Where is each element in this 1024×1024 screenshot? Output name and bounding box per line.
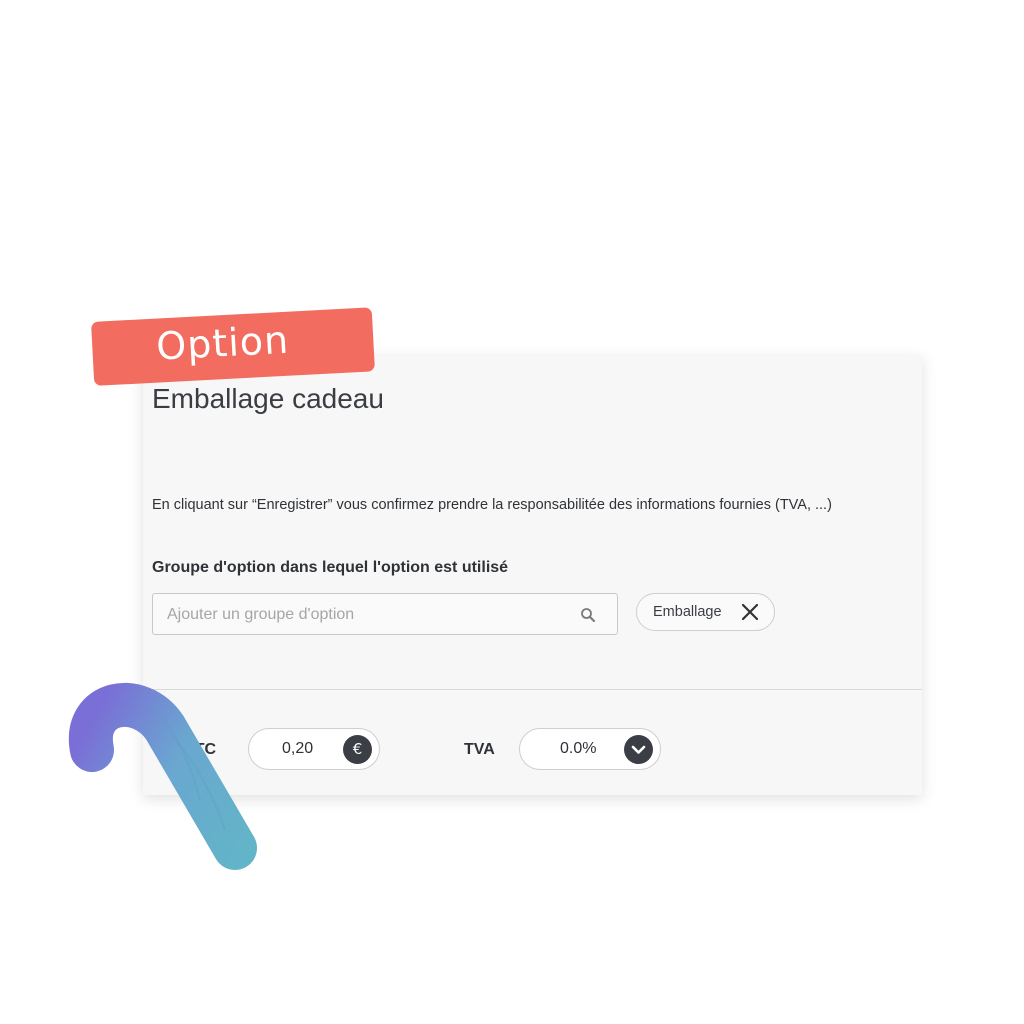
euro-icon: €	[343, 735, 372, 764]
option-group-search-input[interactable]	[165, 594, 569, 636]
page-title: Emballage cadeau	[152, 383, 384, 414]
chevron-down-icon[interactable]	[624, 735, 653, 764]
option-badge-label: Option	[155, 317, 291, 369]
tva-label: TVA	[464, 741, 495, 758]
responsibility-notice: En cliquant sur “Enregistrer” vous confi…	[152, 497, 832, 513]
option-group-search[interactable]	[152, 593, 618, 636]
tva-value[interactable]: 0.0%	[560, 740, 596, 758]
price-field[interactable]: 0,20 €	[248, 728, 380, 770]
price-label: TTC	[185, 741, 217, 758]
option-group-label: Groupe d'option dans lequel l'option est…	[152, 559, 509, 576]
tva-select[interactable]: 0.0%	[519, 728, 661, 770]
option-card: Emballage cadeau En cliquant sur “Enregi…	[143, 355, 922, 795]
close-icon[interactable]	[740, 602, 760, 622]
section-divider	[143, 689, 922, 690]
chip-label: Emballage	[653, 604, 722, 620]
option-group-chip: Emballage	[636, 593, 775, 631]
search-icon	[581, 608, 596, 623]
price-value[interactable]: 0,20	[282, 740, 313, 758]
